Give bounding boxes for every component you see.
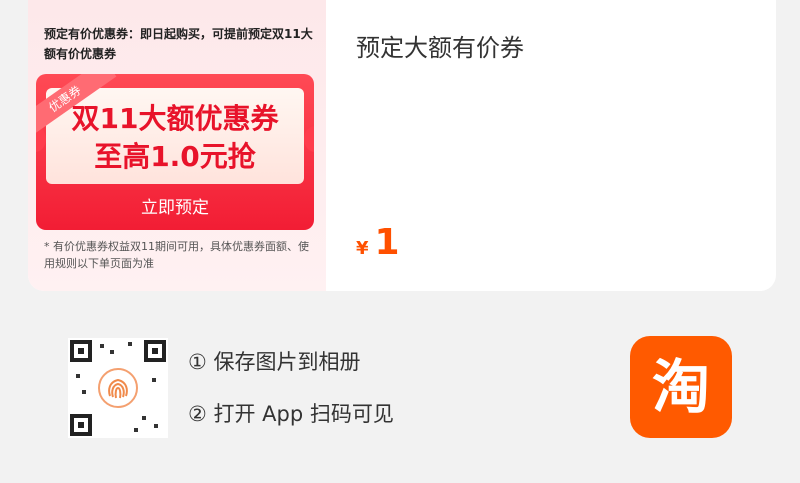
coupon-ticket[interactable]: 优惠券 双11大额优惠券 至高1.0元抢 立即预定 [36,74,314,230]
fingerprint-icon [98,368,138,408]
promo-note: * 有价优惠券权益双11期间可用，具体优惠券面额、使用规则以下单页面为准 [44,240,309,270]
qr-module [82,390,86,394]
qr-module [152,378,156,382]
step-save-image: ① 保存图片到相册 [188,350,361,374]
price-value: 1 [374,222,400,263]
qr-module [100,344,104,348]
product-title: 预定大额有价券 [356,34,524,62]
qr-finder-top-right [144,340,166,362]
product-card[interactable]: 预定有价优惠券：即日起购买，可提前预定双11大额有价优惠券 优惠券 双11大额优… [28,0,776,291]
qr-module [110,350,114,354]
promo-panel: 预定有价优惠券：即日起购买，可提前预定双11大额有价优惠券 优惠券 双11大额优… [28,0,326,291]
qr-module [134,428,138,432]
qr-module [76,374,80,378]
promo-description: 预定有价优惠券：即日起购买，可提前预定双11大额有价优惠券 [44,27,313,61]
qr-module [142,416,146,420]
coupon-subtitle: 至高1.0元抢 [94,140,256,173]
qr-module [154,424,158,428]
step-open-app-scan: ② 打开 App 扫码可见 [188,402,394,426]
qr-finder-top-left [70,340,92,362]
reserve-button[interactable]: 立即预定 [36,186,314,230]
qr-code [68,338,168,438]
qr-module [128,342,132,346]
currency-symbol: ¥ [356,238,369,259]
price: ¥1 [356,222,400,263]
taobao-app-icon: 淘 [630,336,732,438]
taobao-glyph: 淘 [651,353,710,421]
coupon-title: 双11大额优惠券 [71,102,279,135]
qr-finder-bottom-left [70,414,92,436]
